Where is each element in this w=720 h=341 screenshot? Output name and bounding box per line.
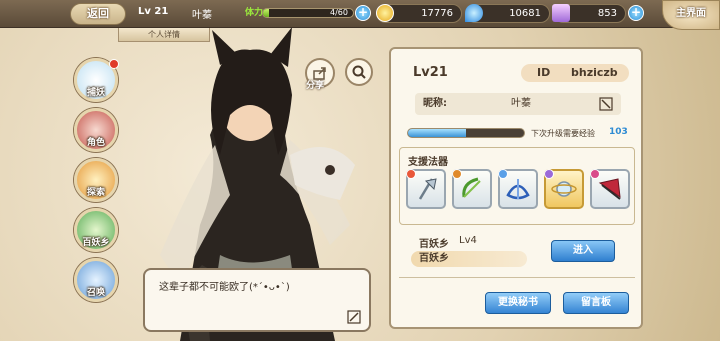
home-button[interactable]: 主界面 [662,0,720,30]
support-item-2[interactable] [452,169,492,209]
exp-value: 103 [609,127,628,137]
village-name: 百妖乡 [419,239,449,250]
zoom-button[interactable] [345,58,373,86]
nickname-label: 昵称: [423,98,447,109]
profile-panel: Lv21 ID bhziczb 昵称: 叶蓁 下次升级需要经验 103 支援法器 [389,47,643,329]
support-items-box: 支援法器 [399,147,635,225]
back-button[interactable]: 返回 [70,3,126,25]
gem-icon [590,169,600,179]
menu-explore-button[interactable]: 探索 [74,158,118,202]
gold-value: 17776 [421,8,453,19]
player-level: Lv 21 [138,6,169,17]
menu-label: 捕妖 [86,88,105,98]
share-label: 分享 [306,81,325,91]
menu-label: 角色 [86,138,105,148]
gem-icon [544,169,554,179]
orb-icon [551,181,577,197]
nickname-value: 叶蓁 [511,98,531,109]
menu-character-button[interactable]: 角色 [74,108,118,152]
gem-icon [406,169,416,179]
menu-label: 召唤 [86,288,105,298]
message-board-button[interactable]: 留言板 [563,292,629,314]
stamina-label: 体力 [245,8,264,18]
add-ticket-button[interactable]: + [628,5,644,21]
edit-icon[interactable] [347,310,361,324]
ticket-icon [552,4,570,22]
support-item-5[interactable] [590,169,630,209]
enter-village-button[interactable]: 进入 [551,240,615,262]
exp-fill [408,129,466,137]
stamina-value: 4/60 [330,8,348,17]
gem-value: 10681 [509,8,541,19]
change-secretary-button[interactable]: 更换秘书 [485,292,551,314]
menu-summon-button[interactable]: 召唤 [74,258,118,302]
id-label: ID [537,66,551,79]
support-item-4[interactable] [544,169,584,209]
support-title: 支援法器 [408,157,448,168]
player-name: 叶蓁 [192,10,212,21]
menu-label: 百妖乡 [82,238,110,248]
village-level: Lv4 [459,235,477,246]
profile-detail-tab: 个人详情 [118,28,210,42]
axe-icon [418,178,437,200]
add-stamina-button[interactable]: + [355,5,371,21]
profile-level: Lv21 [413,65,448,80]
gem-icon [452,169,462,179]
spirit-gem-icon [465,4,483,22]
stamina-fill [263,9,270,17]
menu-label: 探索 [86,188,105,198]
notification-dot [109,59,119,69]
support-item-1[interactable] [406,169,446,209]
gold-coin-icon [376,4,394,22]
player-id-box: ID bhziczb [521,64,629,82]
menu-catch-button[interactable]: 捕妖 [74,58,119,102]
dialogue-text: 这辈子都不可能欧了(*ˊ•ᴗ•ˋ) [159,282,290,293]
exp-bar [407,128,525,138]
divider [399,277,635,278]
dialogue-box[interactable]: 这辈子都不可能欧了(*ˊ•ᴗ•ˋ) [143,268,371,332]
edit-icon[interactable] [599,97,613,111]
menu-village-button[interactable]: 百妖乡 [74,208,118,252]
nickname-row: 昵称: 叶蓁 [415,93,621,115]
gem-icon [498,169,508,179]
ticket-value: 853 [597,8,617,19]
green-bow-icon [462,177,481,198]
exp-label: 下次升级需要经验 [531,129,595,138]
support-item-3[interactable] [498,169,538,209]
magnifier-icon [352,65,366,79]
id-value: bhziczb [571,66,618,79]
village-bar: 百妖乡 [411,251,527,267]
red-fan-icon [598,178,621,200]
blue-ribbon-icon [506,179,530,200]
